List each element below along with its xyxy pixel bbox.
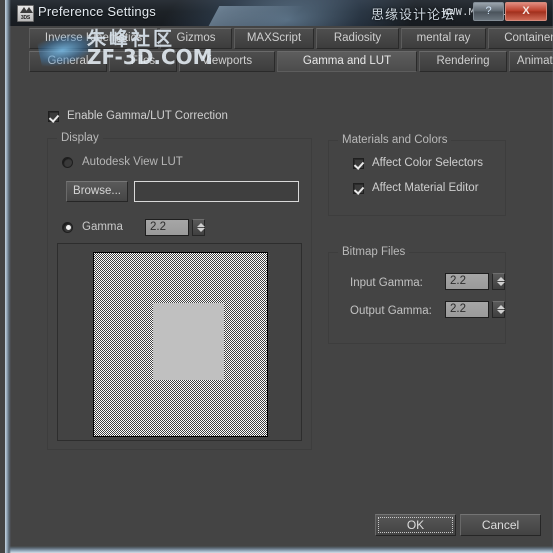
tab-inverse-kinematics[interactable]: Inverse Kinematics [29,28,158,49]
help-button[interactable]: ? [473,2,504,21]
autodesk-view-lut-row[interactable]: Autodesk View LUT [62,156,183,168]
materials-and-colors-group: Materials and Colors Affect Color Select… [328,134,506,216]
input-gamma-spin-buttons[interactable] [492,273,505,290]
gamma-test-pattern [93,252,268,437]
browse-button[interactable]: Browse... [66,181,128,202]
title-bar[interactable]: 3DS Preference Settings 思缘设计论坛 WWW.MISSY… [8,0,553,26]
output-gamma-value[interactable]: 2.2 [445,301,489,318]
spin-up-icon[interactable] [196,223,205,227]
gamma-radio-label: Gamma [82,221,123,233]
affect-color-selectors-row[interactable]: Affect Color Selectors [353,157,483,169]
tab-files[interactable]: Files [109,51,177,72]
enable-gamma-lut-correction-checkbox[interactable] [48,110,59,122]
gamma-reference-patch [153,303,224,380]
close-button[interactable]: X [505,2,547,21]
tab-containers[interactable]: Containers [488,28,553,49]
affect-color-selectors-label: Affect Color Selectors [372,157,484,169]
tab-mental-ray[interactable]: mental ray [401,28,486,49]
tab-maxscript[interactable]: MAXScript [234,28,314,49]
input-gamma-value[interactable]: 2.2 [445,273,489,290]
display-group: Display Autodesk View LUT Browse... Gamm… [47,132,312,450]
tab-gizmos[interactable]: Gizmos [160,28,232,49]
autodesk-view-lut-label: Autodesk View LUT [82,156,183,168]
affect-material-editor-label: Affect Material Editor [372,182,479,194]
ok-focus-ring [378,517,453,533]
tab-general[interactable]: General [29,51,107,72]
affect-material-editor-checkbox[interactable] [353,182,364,194]
spin-up-icon[interactable] [496,277,505,281]
spin-down-icon[interactable] [196,228,205,232]
gamma-radio[interactable] [62,221,73,233]
tab-radiosity[interactable]: Radiosity [316,28,399,49]
lut-path-input[interactable] [134,181,299,202]
display-gamma-stepper[interactable]: 2.2 [145,219,205,236]
tab-animation[interactable]: Animation [509,51,553,72]
tab-strip: Inverse Kinematics Gizmos MAXScript Radi… [29,28,553,75]
spin-down-icon[interactable] [496,282,505,286]
output-gamma-stepper[interactable]: 2.2 [445,301,505,318]
gamma-preview-frame [57,243,302,441]
output-gamma-spin-buttons[interactable] [492,301,505,318]
gamma-and-lut-panel: Enable Gamma/LUT Correction Display Auto… [10,75,553,548]
3ds-max-icon: 3DS [17,5,34,22]
tab-gamma-and-lut[interactable]: Gamma and LUT [277,51,417,72]
display-gamma-value[interactable]: 2.2 [145,219,189,236]
input-gamma-label: Input Gamma: [350,277,423,289]
input-gamma-stepper[interactable]: 2.2 [445,273,505,290]
display-gamma-spin-buttons[interactable] [192,219,205,236]
tab-viewports[interactable]: Viewports [179,51,275,72]
materials-and-colors-title: Materials and Colors [338,134,452,146]
enable-gamma-lut-correction-label: Enable Gamma/LUT Correction [67,110,228,122]
tab-row-2: General Files Viewports Gamma and LUT Re… [29,51,553,73]
tab-row-1: Inverse Kinematics Gizmos MAXScript Radi… [29,28,553,50]
spin-up-icon[interactable] [496,305,505,309]
spin-down-icon[interactable] [496,310,505,314]
bitmap-files-title: Bitmap Files [338,246,410,258]
affect-material-editor-row[interactable]: Affect Material Editor [353,182,479,194]
ok-button[interactable]: OK [375,514,456,536]
preference-settings-dialog: 3DS Preference Settings 思缘设计论坛 WWW.MISSY… [0,0,553,553]
bitmap-files-group: Bitmap Files Input Gamma: 2.2 Output Gam… [328,246,506,344]
output-gamma-label: Output Gamma: [350,305,432,317]
enable-gamma-lut-correction-row[interactable]: Enable Gamma/LUT Correction [48,110,228,122]
tab-rendering[interactable]: Rendering [419,51,507,72]
affect-color-selectors-checkbox[interactable] [353,157,364,169]
cancel-button[interactable]: Cancel [460,514,541,536]
gamma-radio-row[interactable]: Gamma [62,221,123,233]
display-group-title: Display [57,132,103,144]
window-title: Preference Settings [38,4,156,19]
autodesk-view-lut-radio[interactable] [62,156,73,168]
